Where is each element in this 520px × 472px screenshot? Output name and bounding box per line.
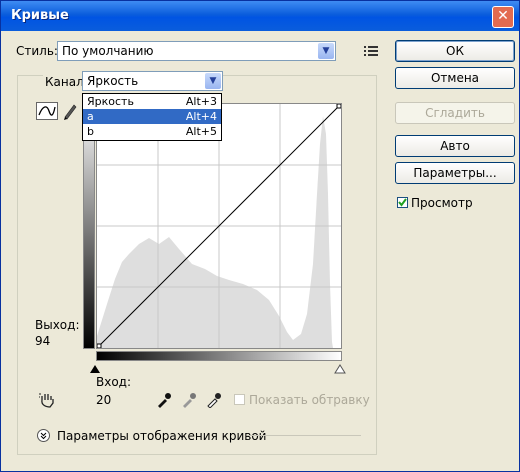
channel-option-lightness[interactable]: Яркость Alt+3 — [83, 94, 221, 109]
preset-select[interactable]: По умолчанию ▼ — [57, 41, 336, 61]
show-clipping-label: Показать обтравку — [249, 393, 370, 407]
black-eyedropper-icon[interactable] — [156, 392, 172, 411]
preview-checkbox[interactable] — [397, 197, 408, 208]
curve-point — [97, 343, 102, 348]
output-label: Выход: — [35, 318, 80, 332]
white-point-slider[interactable] — [334, 363, 346, 377]
title-bar[interactable]: Кривые ✕ — [1, 1, 519, 31]
curve-display-options-label: Параметры отображения кривой — [57, 429, 267, 443]
pencil-icon[interactable] — [62, 102, 78, 120]
output-value[interactable]: 94 — [35, 334, 50, 348]
gray-eyedropper-icon[interactable] — [181, 392, 197, 411]
smooth-button[interactable]: Сгладить — [395, 102, 515, 124]
curve-point — [336, 104, 341, 109]
preset-label: Стиль: — [16, 44, 58, 58]
input-label: Вход: — [96, 375, 132, 389]
channel-option-b[interactable]: b Alt+5 — [83, 124, 221, 139]
options-button[interactable]: Параметры... — [395, 162, 515, 184]
input-gradient-bar — [96, 351, 342, 361]
curves-dialog: Кривые ✕ Стиль: По умолчанию ▼ ОК Отмена… — [0, 0, 520, 472]
show-clipping-checkbox[interactable] — [234, 394, 245, 405]
cancel-button[interactable]: Отмена — [395, 67, 515, 89]
preview-label: Просмотр — [411, 196, 473, 210]
curve-tool-icon[interactable] — [36, 102, 58, 120]
preset-value: По умолчанию — [62, 44, 154, 58]
hand-adjust-icon[interactable] — [38, 391, 58, 409]
divider — [247, 435, 361, 436]
chevron-down-icon[interactable]: ▼ — [318, 43, 334, 59]
ok-button[interactable]: ОК — [395, 40, 515, 62]
chevron-down-icon[interactable]: ▼ — [205, 73, 221, 89]
window-title: Кривые — [11, 8, 69, 23]
channel-select[interactable]: Яркость ▼ — [82, 71, 223, 91]
channel-option-a[interactable]: a Alt+4 — [83, 109, 221, 124]
white-eyedropper-icon[interactable] — [206, 392, 222, 411]
expand-toggle[interactable] — [37, 429, 50, 442]
channel-value: Яркость — [87, 74, 139, 88]
preset-menu-icon[interactable] — [364, 45, 378, 57]
channel-dropdown-list: Яркость Alt+3 a Alt+4 b Alt+5 — [82, 93, 222, 141]
input-value[interactable]: 20 — [96, 393, 111, 407]
close-button[interactable]: ✕ — [492, 6, 514, 28]
auto-button[interactable]: Авто — [395, 135, 515, 157]
